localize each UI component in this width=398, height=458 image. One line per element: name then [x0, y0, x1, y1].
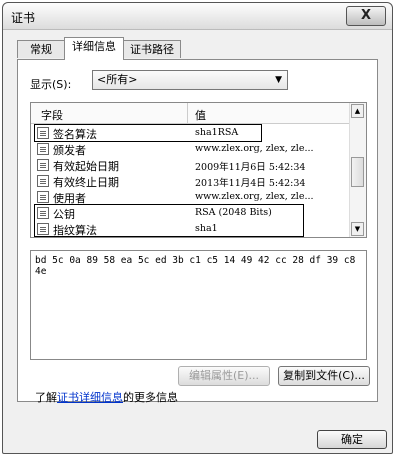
title-bar: 证书 X: [3, 3, 392, 30]
details-panel: 显示(S): <所有> ▼ 字段 值 签名算法 sha1RSA 颁发者 www.…: [17, 59, 378, 402]
list-header: 字段 值: [31, 103, 351, 124]
scroll-down-icon[interactable]: ▼: [351, 222, 364, 236]
highlight-box-signature: [34, 124, 262, 142]
window-title: 证书: [11, 11, 36, 25]
show-selected-value: <所有>: [97, 73, 138, 86]
cert-details-link[interactable]: 证书详细信息: [57, 391, 123, 404]
scroll-up-icon[interactable]: ▲: [351, 104, 364, 118]
detail-text-box[interactable]: bd 5c 0a 89 58 ea 5c ed 3b c1 c5 14 49 4…: [30, 250, 367, 360]
highlight-box-publickey: [34, 204, 304, 237]
edit-properties-button[interactable]: 编辑属性(E)...: [178, 366, 270, 386]
field-icon: [37, 191, 49, 203]
show-select[interactable]: <所有> ▼: [92, 70, 288, 90]
close-button[interactable]: X: [346, 6, 386, 26]
more-info-suffix: 的更多信息: [123, 391, 178, 404]
field-name: 有效起始日期: [53, 160, 119, 173]
field-list[interactable]: 字段 值 签名算法 sha1RSA 颁发者 www.zlex.org, zlex…: [30, 102, 367, 238]
field-name: 颁发者: [53, 144, 86, 157]
detail-text: bd 5c 0a 89 58 ea 5c ed 3b c1 c5 14 49 4…: [35, 255, 356, 277]
field-icon: [37, 159, 49, 171]
list-item[interactable]: 使用者 www.zlex.org, zlex, zle...: [31, 189, 351, 205]
scroll-thumb[interactable]: [351, 157, 364, 187]
tab-cert-path[interactable]: 证书路径: [123, 40, 181, 58]
column-header-value[interactable]: 值: [195, 107, 206, 123]
column-divider[interactable]: [187, 103, 188, 123]
field-name: 有效终止日期: [53, 176, 119, 189]
tab-general[interactable]: 常规: [17, 40, 65, 58]
copy-to-file-button[interactable]: 复制到文件(C)...: [278, 366, 370, 386]
more-info-prefix: 了解: [35, 391, 57, 404]
show-label: 显示(S):: [30, 78, 72, 91]
field-value: www.zlex.org, zlex, zle...: [195, 143, 314, 154]
chevron-down-icon: ▼: [275, 75, 282, 85]
more-info-text: 了解证书详细信息的更多信息: [35, 389, 178, 405]
list-item[interactable]: 颁发者 www.zlex.org, zlex, zle...: [31, 141, 351, 157]
field-value: 2009年11月6日 5:42:34: [195, 162, 306, 173]
field-value: 2013年11月4日 5:42:34: [195, 178, 306, 189]
list-item[interactable]: 有效终止日期 2013年11月4日 5:42:34: [31, 173, 351, 189]
column-header-field[interactable]: 字段: [41, 107, 63, 123]
list-item[interactable]: 有效起始日期 2009年11月6日 5:42:34: [31, 157, 351, 173]
field-icon: [37, 175, 49, 187]
ok-button[interactable]: 确定: [317, 430, 387, 449]
field-icon: [37, 143, 49, 155]
field-value: www.zlex.org, zlex, zle...: [195, 191, 314, 202]
vertical-scrollbar[interactable]: ▲ ▼: [349, 103, 366, 237]
certificate-dialog: 证书 X 常规 详细信息 证书路径 显示(S): <所有> ▼ 字段 值 签名算…: [2, 2, 393, 454]
tab-details[interactable]: 详细信息: [64, 37, 124, 60]
